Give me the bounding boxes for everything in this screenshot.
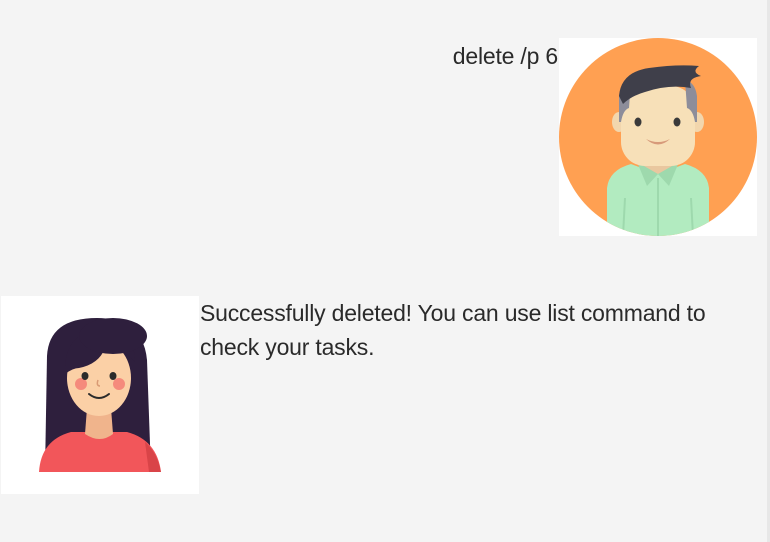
man-avatar-icon — [559, 38, 757, 236]
bot-avatar — [1, 296, 199, 494]
user-dialog-box: delete /p 6 — [453, 38, 757, 236]
user-message-text: delete /p 6 — [452, 43, 558, 69]
user-avatar — [559, 38, 757, 236]
bot-message-text: Successfully deleted! You can use list c… — [200, 300, 706, 360]
woman-avatar-icon — [39, 318, 161, 472]
chat-window: delete /p 6 Successfully deleted! You ca… — [0, 0, 770, 542]
bot-dialog-box: Successfully deleted! You can use list c… — [1, 296, 760, 494]
